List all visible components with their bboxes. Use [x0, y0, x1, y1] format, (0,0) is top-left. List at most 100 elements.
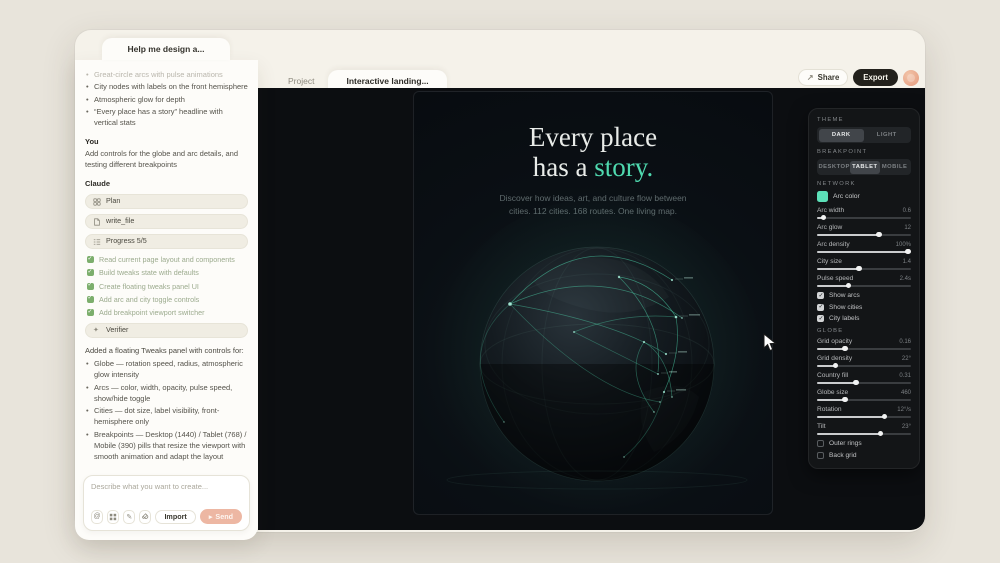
- checkbox-icon: [817, 292, 824, 299]
- globe-visual: [414, 92, 772, 514]
- slider-rotation[interactable]: Rotation 12°/s: [817, 406, 911, 419]
- document-icon: [93, 218, 101, 226]
- toggle-city-labels[interactable]: City labels: [817, 315, 911, 322]
- plan-icon: [93, 198, 101, 206]
- progress-item: Add arc and city toggle controls: [87, 294, 248, 305]
- list-item: “Every place has a story” headline with …: [85, 106, 248, 129]
- grid-icon: [109, 513, 117, 520]
- attach-button[interactable]: [139, 509, 152, 524]
- canvas-area: Every place has a story. Discover how id…: [258, 88, 925, 530]
- slider-grid-density[interactable]: Grid density 22°: [817, 355, 911, 368]
- list-item: Globe — rotation speed, radius, atmosphe…: [85, 358, 248, 381]
- at-icon: @: [93, 513, 101, 520]
- slider-thumb[interactable]: [845, 282, 852, 288]
- slider-thumb[interactable]: [842, 396, 848, 402]
- share-button[interactable]: ↗ Share: [797, 69, 849, 86]
- tool-chip-write-file[interactable]: write_file: [85, 214, 248, 230]
- arc-color-control[interactable]: Arc color: [817, 191, 911, 202]
- style-button[interactable]: ✎: [123, 509, 136, 524]
- components-button[interactable]: [107, 509, 120, 524]
- import-button[interactable]: Import: [155, 509, 196, 524]
- sparkle-icon: ✦: [93, 324, 100, 334]
- slider-thumb[interactable]: [832, 362, 839, 368]
- toggle-back-grid[interactable]: Back grid: [817, 451, 911, 459]
- list-item: Cities — dot size, label visibility, fro…: [85, 405, 248, 428]
- avatar[interactable]: [903, 69, 919, 86]
- breakpoint-option-tablet[interactable]: TABLET: [849, 160, 880, 174]
- progress-item: Create floating tweaks panel UI: [87, 281, 248, 292]
- slider-grid-opacity[interactable]: Grid opacity 0.16: [817, 338, 911, 351]
- theme-section-label: THEME: [817, 117, 844, 123]
- summary-intro: Added a floating Tweaks panel with contr…: [85, 345, 244, 355]
- globe-section-label: GLOBE: [817, 328, 844, 334]
- list-item: Atmospheric glow for depth: [85, 94, 248, 106]
- assistant-role-label: Claude: [85, 179, 111, 188]
- check-icon: [87, 281, 94, 290]
- slider-globe-size[interactable]: Globe size 460: [817, 389, 911, 402]
- user-message: Add controls for the globe and arc detai…: [85, 148, 239, 169]
- prompt-input[interactable]: [91, 482, 242, 500]
- slider-thumb[interactable]: [905, 248, 911, 254]
- assistant-bullet-list: Great-circle arcs with pulse animations …: [85, 69, 248, 128]
- check-icon: [87, 294, 94, 303]
- slider-thumb[interactable]: [842, 345, 848, 351]
- share-arrow-icon: ↗: [806, 73, 814, 82]
- tool-chip-verifier[interactable]: ✦ Verifier: [85, 322, 248, 338]
- theme-option-light[interactable]: LIGHT: [864, 129, 910, 142]
- breakpoint-segmented-control: DESKTOP TABLET MOBILE: [817, 159, 911, 175]
- export-button[interactable]: Export: [853, 69, 898, 86]
- chat-sidebar: Great-circle arcs with pulse animations …: [75, 60, 258, 540]
- composer: @ ✎ Import ▸ Send: [83, 475, 250, 531]
- slider-arc-glow[interactable]: Arc glow 12: [817, 224, 911, 237]
- toggle-show-arcs[interactable]: Show arcs: [817, 292, 911, 299]
- send-icon: ▸: [208, 512, 213, 521]
- progress-item: Build tweaks state with defaults: [87, 268, 248, 278]
- summary-bullet-list: Globe — rotation speed, radius, atmosphe…: [85, 358, 248, 462]
- slider-country-fill[interactable]: Country fill 0.31: [817, 372, 911, 385]
- arc-color-swatch[interactable]: [817, 191, 828, 202]
- slider-thumb[interactable]: [881, 413, 888, 419]
- check-icon: [87, 308, 94, 317]
- preview-viewport: Every place has a story. Discover how id…: [413, 91, 773, 515]
- toggle-outer-rings[interactable]: Outer rings: [817, 440, 911, 447]
- toggle-show-cities[interactable]: Show cities: [817, 303, 911, 311]
- breakpoint-option-mobile[interactable]: MOBILE: [880, 161, 910, 174]
- network-section-label: NETWORK: [817, 181, 856, 187]
- slider-thumb[interactable]: [853, 379, 859, 385]
- slider-arc-width[interactable]: Arc width 0.6: [817, 207, 911, 220]
- breakpoint-option-desktop[interactable]: DESKTOP: [819, 161, 850, 174]
- list-item: City nodes with labels on the front hemi…: [85, 81, 248, 93]
- slider-arc-density[interactable]: Arc density 100%: [817, 241, 911, 254]
- checkbox-icon: [817, 451, 824, 459]
- mention-button[interactable]: @: [91, 509, 104, 524]
- checkbox-icon: [817, 315, 824, 322]
- slider-thumb[interactable]: [856, 265, 862, 271]
- list-item: Arcs — color, width, opacity, pulse spee…: [85, 382, 248, 405]
- user-role-label: You: [85, 137, 99, 147]
- list-item: Great-circle arcs with pulse animations: [85, 69, 248, 81]
- slider-thumb[interactable]: [820, 214, 827, 220]
- slider-thumb[interactable]: [877, 430, 884, 436]
- progress-item: Read current page layout and components: [87, 255, 248, 265]
- send-button[interactable]: ▸ Send: [199, 509, 242, 524]
- tool-chip-progress[interactable]: Progress 5/5: [85, 234, 248, 250]
- theme-segmented-control: DARK LIGHT: [817, 127, 911, 143]
- checkbox-icon: [817, 303, 824, 311]
- slider-city-size[interactable]: City size 1.4: [817, 258, 911, 271]
- paperclip-icon: [142, 512, 149, 519]
- chat-tab[interactable]: Help me design a...: [102, 38, 230, 60]
- pen-icon: ✎: [126, 513, 133, 521]
- breakpoint-section-label: BREAKPOINT: [817, 149, 868, 155]
- slider-tilt[interactable]: Tilt 23°: [817, 423, 911, 436]
- slider-pulse-speed[interactable]: Pulse speed 2.4s: [817, 275, 911, 288]
- check-icon: [87, 268, 94, 277]
- checklist-icon: [93, 238, 101, 246]
- check-icon: [87, 255, 94, 264]
- tool-chip-plan[interactable]: Plan: [85, 194, 248, 210]
- theme-option-dark[interactable]: DARK: [818, 128, 864, 142]
- mouse-cursor: [763, 332, 779, 358]
- progress-checklist: Read current page layout and components …: [87, 255, 248, 318]
- list-item: Breakpoints — Desktop (1440) / Tablet (7…: [85, 429, 248, 463]
- slider-thumb[interactable]: [876, 231, 882, 237]
- tweaks-panel: THEME DARK LIGHT BREAKPOINT DESKTOP TABL…: [808, 108, 920, 469]
